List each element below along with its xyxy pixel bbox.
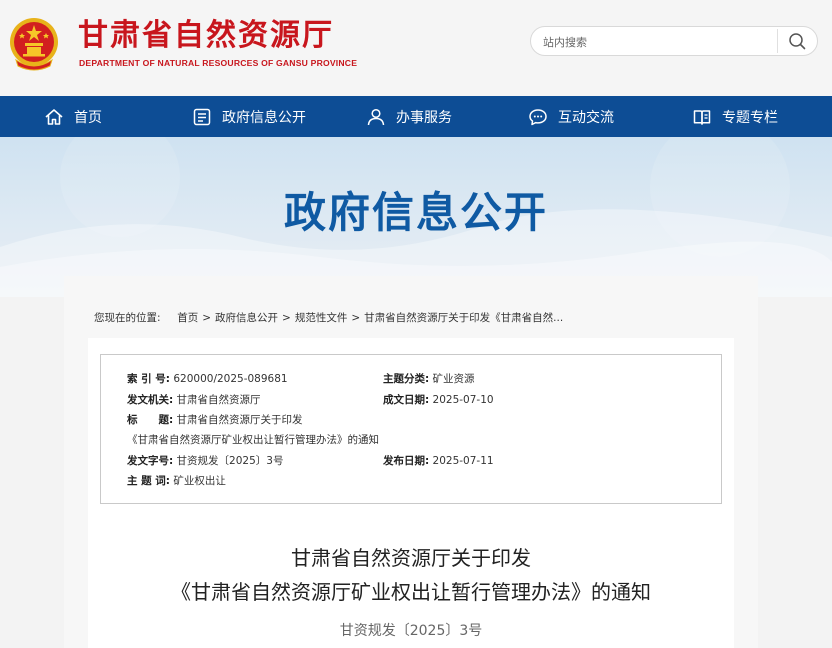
document-title-line1: 甘肃省自然资源厅关于印发: [291, 546, 531, 570]
meta-topic: 主题分类: 矿业资源: [383, 373, 475, 385]
site-title-english: DEPARTMENT OF NATURAL RESOURCES OF GANSU…: [79, 58, 358, 68]
nav-label: 专题专栏: [722, 109, 778, 126]
document-metadata-table: 索 引 号: 620000/2025-089681 主题分类: 矿业资源 发文机…: [100, 354, 722, 504]
breadcrumb-home[interactable]: 首页: [177, 312, 198, 324]
meta-doc-number: 发文字号: 甘资规发〔2025〕3号: [127, 455, 284, 467]
nav-item-special-topics[interactable]: 专题专栏: [692, 96, 778, 137]
main-nav: 首页 政府信息公开 办事服务 互动交流 专题专栏: [0, 96, 832, 137]
meta-title: 标 题: 甘肃省自然资源厅关于印发: [127, 414, 303, 426]
nav-label: 办事服务: [396, 109, 452, 126]
user-service-icon: [367, 108, 385, 125]
home-icon: [45, 108, 63, 125]
meta-issuer: 发文机关: 甘肃省自然资源厅: [127, 394, 261, 406]
meta-index: 索 引 号: 620000/2025-089681: [127, 373, 288, 385]
national-emblem-icon: [10, 18, 58, 71]
book-icon: [693, 109, 711, 125]
content-card: 您现在的位置: 首页 > 政府信息公开 > 规范性文件 > 甘肃省自然资源厅关于印发《甘肃省…: [64, 276, 758, 648]
breadcrumb-current: 甘肃省自然资源厅关于印发《甘肃省自然...: [364, 312, 564, 324]
article-panel: 索 引 号: 620000/2025-089681 主题分类: 矿业资源 发文机…: [88, 338, 734, 648]
chat-icon: [529, 108, 547, 125]
breadcrumb-separator: >: [351, 312, 361, 324]
meta-keywords: 主 题 词: 矿业权出让: [127, 475, 226, 487]
document-title-line2: 《甘肃省自然资源厅矿业权出让暂行管理办法》的通知: [171, 580, 651, 604]
nav-label: 互动交流: [558, 109, 614, 126]
section-banner: 政府信息公开: [0, 137, 832, 297]
nav-label: 政府信息公开: [222, 109, 306, 126]
meta-date-published: 发布日期: 2025-07-11: [383, 455, 494, 467]
nav-item-interaction[interactable]: 互动交流: [528, 96, 614, 137]
breadcrumb-gov-info[interactable]: 政府信息公开: [215, 312, 278, 324]
breadcrumb-separator: >: [202, 312, 212, 324]
site-header: 甘肃省自然资源厅 DEPARTMENT OF NATURAL RESOURCES…: [0, 0, 832, 96]
site-title[interactable]: 甘肃省自然资源厅: [78, 18, 334, 54]
meta-date-made: 成文日期: 2025-07-10: [383, 394, 494, 406]
search-box: [530, 26, 818, 56]
search-icon: [788, 33, 805, 50]
nav-item-home[interactable]: 首页: [44, 96, 102, 137]
document-list-icon: [193, 108, 211, 125]
meta-title-continued: 《甘肃省自然资源厅矿业权出让暂行管理办法》的通知: [127, 434, 379, 446]
nav-label: 首页: [74, 109, 102, 126]
banner-title: 政府信息公开: [283, 188, 548, 237]
breadcrumb-normative-docs[interactable]: 规范性文件: [295, 312, 348, 324]
search-input[interactable]: [543, 33, 773, 51]
search-button[interactable]: [777, 29, 815, 53]
breadcrumb-separator: >: [282, 312, 291, 324]
breadcrumb-prefix: 您现在的位置:: [94, 312, 161, 324]
breadcrumb: 您现在的位置: 首页 > 政府信息公开 > 规范性文件 > 甘肃省自然资源厅关于印发《甘肃省…: [94, 310, 563, 325]
nav-item-services[interactable]: 办事服务: [366, 96, 452, 137]
document-number: 甘资规发〔2025〕3号: [339, 623, 483, 639]
nav-item-gov-info[interactable]: 政府信息公开: [192, 96, 306, 137]
